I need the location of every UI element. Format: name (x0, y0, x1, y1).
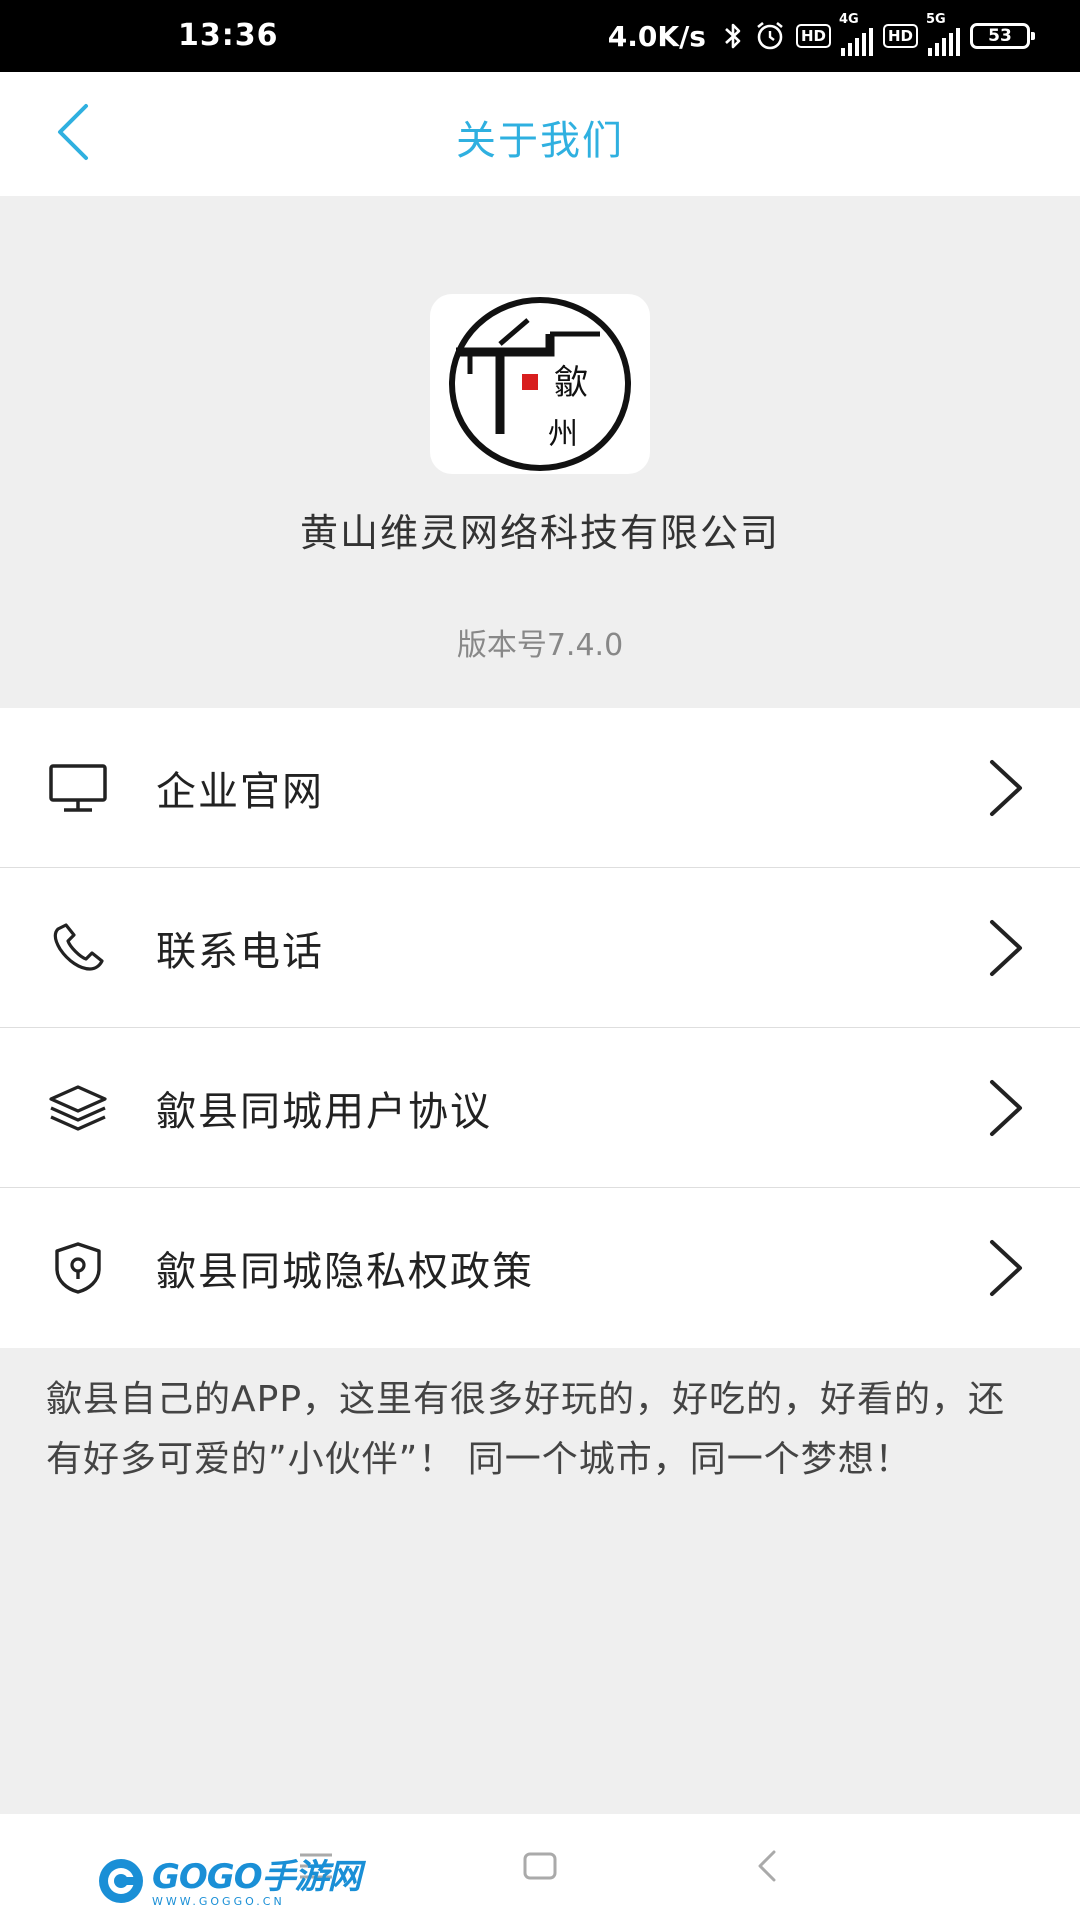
watermark-brand: GOGO手游网 (152, 1856, 362, 1897)
about-section: 歙 州 黄山维灵网络科技有限公司 版本号7.4.0 (0, 196, 1080, 708)
net-speed: 4.0K/s (607, 19, 706, 53)
signal-4g-icon: 4G (839, 12, 873, 56)
signal-5g-icon: 5G (926, 12, 960, 56)
status-time: 13:36 (178, 18, 279, 53)
shexian-logo-icon: 歙 州 (449, 297, 631, 471)
menu-label-privacy-policy: 歙县同城隐私权政策 (156, 1249, 534, 1295)
status-indicators: 4.0K/s HD 4G HD 5G 53 (607, 12, 1035, 58)
nav-back-button[interactable] (736, 1840, 796, 1896)
hd-badge-1: HD (795, 24, 831, 48)
chevron-right-icon (986, 918, 1026, 978)
watermark-g-icon (96, 1856, 146, 1910)
menu-item-phone[interactable]: 联系电话 (0, 868, 1080, 1028)
chevron-right-icon (986, 758, 1026, 818)
status-bar: 13:36 4.0K/s HD 4G HD 5G 53 (0, 0, 1080, 72)
app-logo: 歙 州 (430, 294, 650, 474)
menu-label-user-agreement: 歙县同城用户协议 (156, 1088, 492, 1135)
chevron-right-icon (986, 1078, 1026, 1138)
monitor-icon (46, 756, 110, 820)
app-description: 歙县自己的APP，这里有很多好玩的，好吃的，好看的，还有好多可爱的”小伙伴”！ … (46, 1379, 1006, 1480)
menu-item-website[interactable]: 企业官网 (0, 708, 1080, 868)
phone-icon (46, 916, 110, 980)
menu-item-privacy-policy[interactable]: 歙县同城隐私权政策 (0, 1188, 1080, 1348)
home-square-icon (522, 1851, 558, 1885)
alarm-icon (754, 21, 786, 51)
layers-icon (46, 1076, 110, 1140)
menu-label-website: 企业官网 (156, 768, 324, 815)
page-title: 关于我们 (456, 118, 624, 164)
company-name: 黄山维灵网络科技有限公司 (299, 511, 780, 555)
shield-lock-icon (46, 1236, 110, 1300)
bluetooth-icon (722, 21, 744, 51)
version-text: 版本号7.4.0 (456, 628, 624, 663)
menu-label-phone: 联系电话 (156, 928, 324, 975)
watermark-url: WWW.GOGGO.CN (152, 1894, 285, 1908)
app-header: 关于我们 (0, 72, 1080, 196)
svg-text:州: 州 (548, 417, 578, 452)
back-triangle-icon (754, 1848, 778, 1888)
svg-text:歙: 歙 (554, 363, 588, 403)
menu-list: 企业官网 联系电话 歙县同城用户协议 歙县同城隐私权政策 (0, 708, 1080, 1348)
nav-home-button[interactable] (510, 1840, 570, 1896)
hd-badge-2: HD (882, 24, 918, 48)
watermark-logo: GOGO手游网 WWW.GOGGO.CN (96, 1856, 362, 1910)
battery-icon: 53 (970, 23, 1035, 49)
menu-item-user-agreement[interactable]: 歙县同城用户协议 (0, 1028, 1080, 1188)
chevron-right-icon (986, 1238, 1026, 1298)
